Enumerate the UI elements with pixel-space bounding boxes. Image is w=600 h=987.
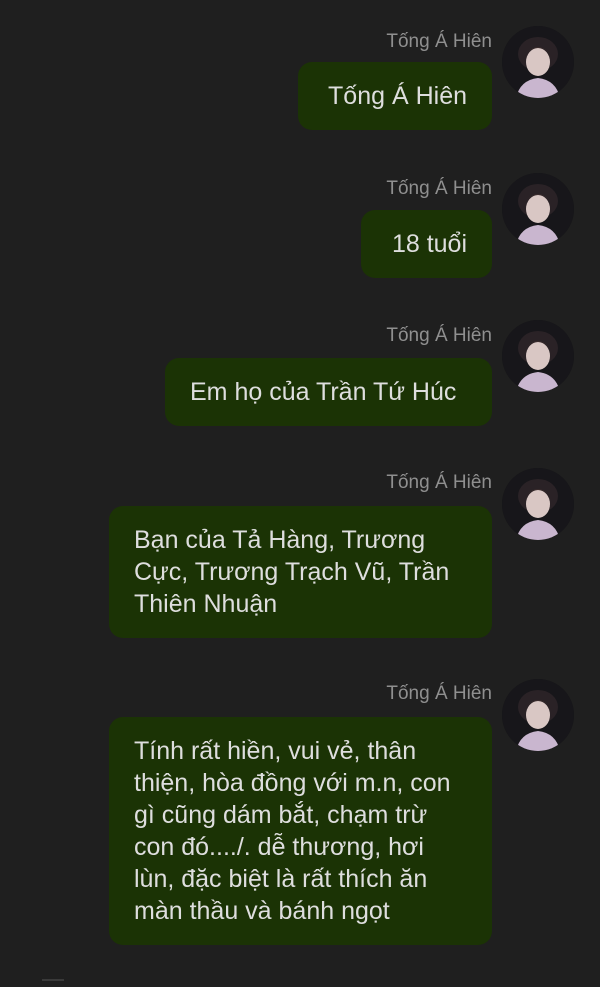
- avatar[interactable]: [502, 26, 574, 98]
- message-bubble[interactable]: Bạn của Tả Hàng, Trương Cực, Trương Trạc…: [109, 506, 492, 638]
- message-bubble[interactable]: Tính rất hiền, vui vẻ, thân thiện, hòa đ…: [109, 717, 492, 945]
- avatar-photo-icon: [502, 468, 574, 540]
- avatar-photo-icon: [502, 679, 574, 751]
- avatar[interactable]: [502, 679, 574, 751]
- avatar-photo-icon: [502, 173, 574, 245]
- sender-name: Tống Á Hiên: [386, 325, 492, 346]
- sender-name: Tống Á Hiên: [386, 31, 492, 52]
- avatar-photo-icon: [502, 320, 574, 392]
- avatar[interactable]: [502, 320, 574, 392]
- avatar-photo-icon: [502, 26, 574, 98]
- avatar[interactable]: [502, 173, 574, 245]
- message-bubble[interactable]: Tống Á Hiên: [298, 62, 492, 130]
- message-bubble[interactable]: Em họ của Trần Tứ Húc: [165, 358, 492, 426]
- sender-name: Tống Á Hiên: [386, 472, 492, 493]
- sender-name: Tống Á Hiên: [386, 178, 492, 199]
- sender-name: Tống Á Hiên: [386, 683, 492, 704]
- scroll-edge-indicator: [42, 979, 64, 987]
- message-bubble[interactable]: 18 tuổi: [361, 210, 492, 278]
- chat-thread: Tống Á Hiên Tống Á Hiên Tống Á Hiên 18 t: [0, 0, 600, 987]
- avatar[interactable]: [502, 468, 574, 540]
